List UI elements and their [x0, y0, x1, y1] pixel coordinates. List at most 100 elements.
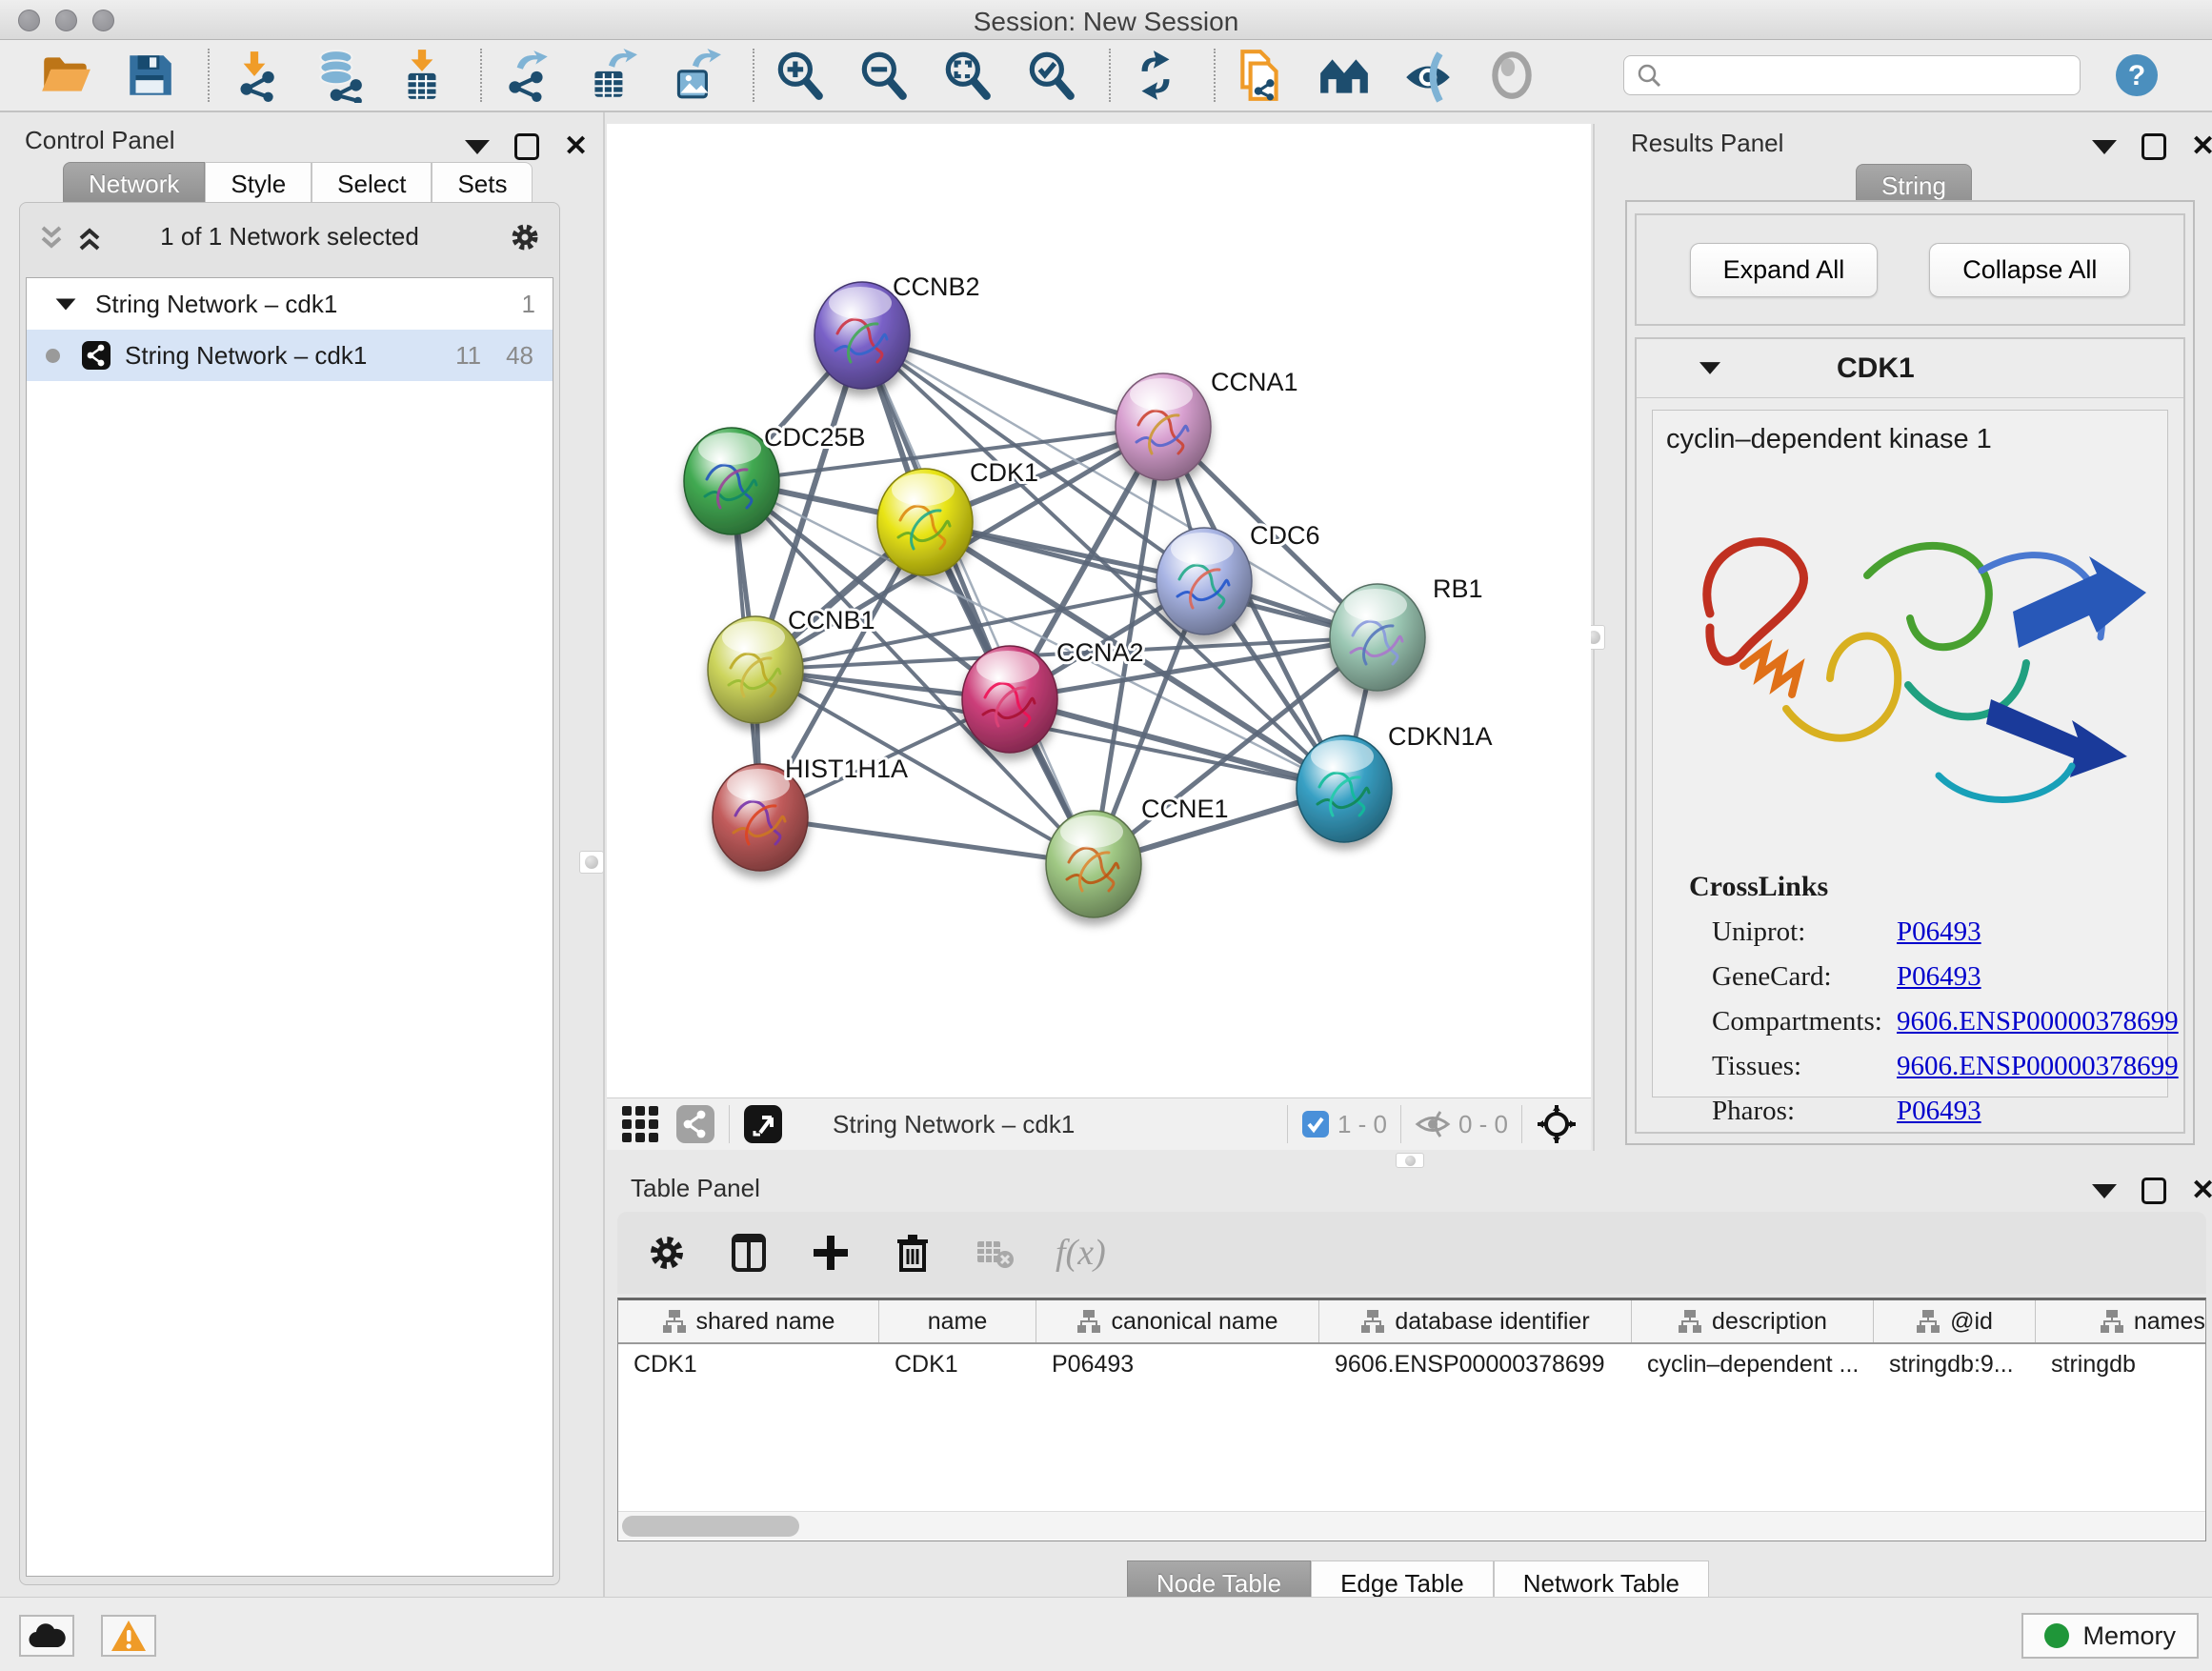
export-table-icon[interactable]	[583, 48, 638, 103]
column-header[interactable]: canonical name	[1036, 1300, 1319, 1342]
search-input[interactable]	[1662, 62, 2062, 89]
first-neighbors-icon[interactable]	[1317, 48, 1372, 103]
horizontal-splitter-handle[interactable]	[1396, 1153, 1424, 1168]
crosslink-link[interactable]: P06493	[1897, 961, 1981, 993]
collection-count: 1	[522, 290, 535, 319]
control-panel-close-icon[interactable]: ✕	[564, 134, 588, 159]
table-row[interactable]: CDK1CDK1P064939606.ENSP00000378699cyclin…	[618, 1344, 2205, 1384]
expand-all-button[interactable]: Expand All	[1690, 243, 1879, 297]
network-edge[interactable]	[760, 817, 1094, 864]
crosslink-link[interactable]: 9606.ENSP00000378699	[1897, 1051, 2179, 1082]
add-column-icon[interactable]	[810, 1232, 852, 1274]
export-network-icon[interactable]	[499, 48, 554, 103]
selected-count-checkbox-icon[interactable]	[1301, 1110, 1330, 1138]
table-cell[interactable]: P06493	[1036, 1344, 1319, 1384]
zoom-selected-icon[interactable]	[1023, 48, 1078, 103]
network-node-CCNB2[interactable]: CCNB2	[814, 272, 980, 389]
save-session-icon[interactable]	[122, 48, 177, 103]
network-edge[interactable]	[862, 335, 1094, 864]
memory-label: Memory	[2082, 1621, 2176, 1651]
table-cell[interactable]: stringdb	[2036, 1344, 2206, 1384]
column-header[interactable]: description	[1632, 1300, 1874, 1342]
birdseye-view-icon[interactable]	[743, 1104, 783, 1144]
toolbar-separator	[1214, 49, 1216, 102]
crosslink-link[interactable]: P06493	[1897, 1096, 1981, 1127]
table-cell[interactable]: cyclin–dependent ...	[1632, 1344, 1874, 1384]
left-splitter-handle[interactable]	[579, 851, 604, 874]
node-label: CDK1	[970, 458, 1038, 487]
cloud-icon	[28, 1622, 66, 1649]
results-panel-float-icon[interactable]	[2092, 140, 2117, 154]
crosslinks-title: CrossLinks	[1689, 871, 2167, 903]
open-session-icon[interactable]	[38, 48, 93, 103]
network-view-toolbar: String Network – cdk1 1 - 0 0 - 0	[607, 1097, 1591, 1150]
network-node-CCNA1[interactable]: CCNA1	[1116, 368, 1298, 480]
crosslink-link[interactable]: P06493	[1897, 916, 1981, 948]
warnings-button[interactable]	[101, 1615, 156, 1657]
column-header[interactable]: namespace	[2036, 1300, 2206, 1342]
delete-column-icon[interactable]	[892, 1232, 934, 1274]
column-header-label: shared name	[696, 1308, 835, 1336]
show-columns-icon[interactable]	[728, 1232, 770, 1274]
export-image-icon[interactable]	[667, 48, 722, 103]
table-panel-maximize-icon[interactable]	[2142, 1178, 2166, 1204]
column-header[interactable]: name	[879, 1300, 1036, 1342]
zoom-in-icon[interactable]	[772, 48, 827, 103]
table-cell[interactable]: CDK1	[879, 1344, 1036, 1384]
network-canvas[interactable]: CCNB2CCNA1CDC25BCDK1CDC6RB1CCNB1CCNA2CDK…	[607, 124, 1591, 1097]
new-network-from-selection-icon[interactable]	[1233, 48, 1288, 103]
node-label: RB1	[1433, 574, 1483, 603]
help-icon[interactable]: ?	[2115, 53, 2159, 97]
network-node-RB1[interactable]: RB1	[1330, 574, 1483, 691]
cloud-button[interactable]	[19, 1615, 74, 1657]
string-app-icon[interactable]	[675, 1104, 715, 1144]
toolbar-separator	[208, 49, 210, 102]
control-panel-maximize-icon[interactable]	[514, 133, 539, 160]
network-node-CDKN1A[interactable]: CDKN1A	[1297, 722, 1493, 842]
network-options-gear-icon[interactable]	[508, 220, 542, 254]
network-row[interactable]: String Network – cdk1 11 48	[27, 330, 553, 381]
crosslinks-list: Uniprot:P06493GeneCard:P06493Compartment…	[1653, 916, 2167, 1127]
column-header-label: description	[1712, 1308, 1827, 1336]
table-options-gear-icon[interactable]	[646, 1232, 688, 1274]
zoom-out-icon[interactable]	[855, 48, 911, 103]
apply-layout-icon[interactable]	[1128, 48, 1183, 103]
crosslink-label: Compartments:	[1712, 1006, 1897, 1037]
network-node-HIST1H1A[interactable]: HIST1H1A	[713, 755, 908, 871]
tree-expander-icon[interactable]	[56, 298, 76, 310]
gene-name: CDK1	[1837, 352, 1915, 385]
gene-collapse-icon[interactable]	[1699, 362, 1720, 374]
show-all-icon[interactable]	[1484, 48, 1539, 103]
crosslink-link[interactable]: 9606.ENSP00000378699	[1897, 1006, 2179, 1037]
import-network-database-icon[interactable]	[311, 48, 366, 103]
results-panel-maximize-icon[interactable]	[2142, 133, 2166, 160]
network-node-CCNE1[interactable]: CCNE1	[1046, 795, 1229, 917]
table-cell[interactable]: 9606.ENSP00000378699	[1319, 1344, 1632, 1384]
import-table-file-icon[interactable]	[394, 48, 450, 103]
scrollbar-thumb[interactable]	[622, 1516, 799, 1537]
network-grid-icon[interactable]	[620, 1104, 660, 1144]
results-panel-close-icon[interactable]: ✕	[2191, 134, 2212, 159]
table-cell[interactable]: stringdb:9...	[1874, 1344, 2036, 1384]
table-horizontal-scrollbar[interactable]	[618, 1511, 2205, 1540]
control-panel-float-icon[interactable]	[465, 140, 490, 154]
table-cell[interactable]: CDK1	[618, 1344, 879, 1384]
zoom-fit-icon[interactable]	[939, 48, 995, 103]
fit-selected-crosshair-icon[interactable]	[1536, 1103, 1578, 1145]
column-header[interactable]: @id	[1874, 1300, 2036, 1342]
import-network-file-icon[interactable]	[227, 48, 282, 103]
column-header[interactable]: database identifier	[1319, 1300, 1632, 1342]
hide-selection-icon[interactable]	[1400, 48, 1456, 103]
node-label: CDC25B	[764, 423, 866, 452]
gene-section-header[interactable]: CDK1	[1637, 339, 2183, 398]
node-label: CCNA2	[1056, 638, 1144, 667]
memory-button[interactable]: Memory	[2021, 1613, 2199, 1659]
delete-table-icon[interactable]	[974, 1232, 1016, 1274]
column-header[interactable]: shared name	[618, 1300, 879, 1342]
node-label: CDKN1A	[1388, 722, 1493, 751]
table-panel-close-icon[interactable]: ✕	[2191, 1178, 2212, 1203]
table-panel-float-icon[interactable]	[2092, 1184, 2117, 1198]
collapse-all-button[interactable]: Collapse All	[1929, 243, 2130, 297]
network-collection-row[interactable]: String Network – cdk1 1	[27, 278, 553, 330]
function-builder-icon[interactable]: f(x)	[1056, 1232, 1106, 1274]
